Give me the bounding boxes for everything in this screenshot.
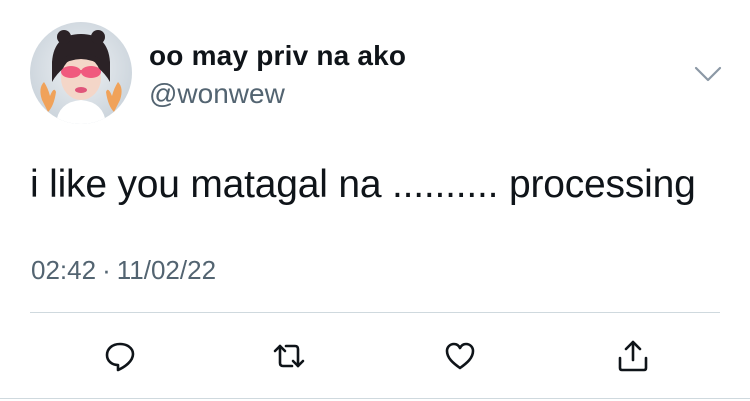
action-bar (0, 330, 750, 380)
tweet-date: 11/02/22 (116, 255, 217, 285)
like-button[interactable] (438, 334, 482, 378)
meta-separator: · (102, 255, 111, 285)
tweet-timestamp[interactable]: 02:42 · 11/02/22 (31, 255, 216, 286)
heart-icon (445, 342, 475, 370)
tweet-text: i like you matagal na .......... process… (30, 163, 696, 206)
retweet-button[interactable] (267, 334, 311, 378)
share-icon (618, 340, 648, 372)
divider (30, 312, 720, 313)
reply-button[interactable] (98, 334, 142, 378)
bottom-divider (0, 398, 750, 399)
display-name[interactable]: oo may priv na ako (149, 40, 406, 72)
avatar-image (30, 22, 132, 124)
user-handle[interactable]: @wonwew (149, 78, 285, 110)
share-button[interactable] (611, 334, 655, 378)
tweet-time: 02:42 (31, 255, 97, 285)
chevron-down-icon[interactable] (690, 60, 726, 88)
tweet-card: oo may priv na ako @wonwew i like you ma… (0, 0, 750, 401)
retweet-icon (273, 344, 305, 368)
reply-icon (105, 342, 135, 372)
avatar[interactable] (30, 22, 132, 124)
